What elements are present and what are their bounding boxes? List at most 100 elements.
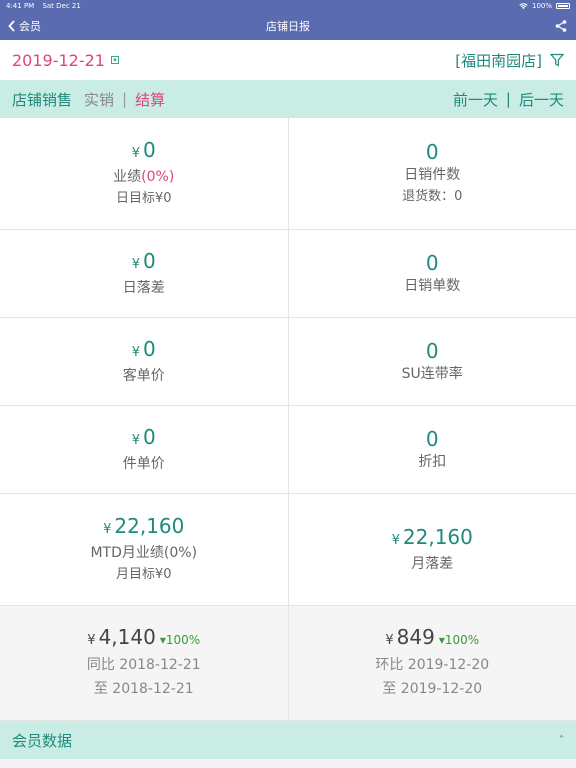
store-name: [福田南园店] — [455, 51, 542, 70]
metrics-row: ¥0 客单价 0 SU连带率 — [0, 318, 576, 406]
performance-pct: 0% — [146, 168, 169, 185]
tab-row: 店铺销售 实销 | 结算 前一天 | 后一天 — [0, 80, 576, 118]
performance-value: 0 — [143, 137, 156, 162]
discount-value: 0 — [425, 426, 439, 451]
yen-symbol: ¥ — [131, 145, 141, 161]
member-section-header[interactable]: 会员数据 ˄ — [0, 721, 576, 759]
month-gap-label: 月落差 — [411, 555, 454, 572]
yoy-value: 4,140 — [98, 625, 156, 649]
sales-tabs: 店铺销售 实销 | 结算 — [12, 89, 165, 110]
yen-symbol: ¥ — [131, 344, 141, 360]
yen-symbol: ¥ — [87, 633, 96, 648]
daily-target-value: ¥0 — [154, 190, 172, 206]
member-section-title: 会员数据 — [12, 731, 73, 750]
metric-su-rate: 0 SU连带率 — [287, 318, 576, 405]
yoy-to-label: 至 — [93, 681, 108, 697]
share-icon[interactable] — [554, 19, 568, 33]
chevron-left-icon — [8, 20, 15, 32]
status-time: 4:41 PM — [6, 2, 35, 10]
metrics-row: ¥22,160 MTD月业绩(0%) 月目标¥0 ¥22,160 月落差 — [0, 494, 576, 606]
chevron-up-icon[interactable]: ˄ — [559, 735, 564, 746]
status-bar: 4:41 PM Sat Dec 21 100% — [0, 0, 576, 12]
yoy-compare-date: 2018-12-21 — [119, 657, 201, 673]
yen-symbol: ¥ — [103, 521, 112, 537]
pct-close: ) — [168, 168, 175, 185]
metric-daily-orders: 0 日销单数 — [287, 230, 576, 317]
filter-icon[interactable] — [550, 53, 564, 67]
mtd-label: MTD月业绩 — [90, 544, 164, 561]
metrics-row: ¥0 日落差 0 日销单数 — [0, 230, 576, 318]
date-picker[interactable]: 2019-12-21 ▪ — [12, 51, 119, 70]
metric-avg-item-price: ¥0 件单价 — [0, 406, 288, 493]
calendar-icon: ▪ — [110, 56, 119, 64]
daily-orders-label: 日销单数 — [404, 277, 461, 294]
store-selector[interactable]: [福田南园店] — [455, 50, 564, 71]
yen-symbol: ¥ — [385, 633, 394, 648]
yen-symbol: ¥ — [131, 256, 141, 272]
mom-value: 849 — [396, 625, 435, 649]
tab-settlement[interactable]: 结算 — [135, 89, 165, 110]
yoy-compare-label: 同比 — [86, 657, 115, 673]
page-title: 店铺日报 — [266, 20, 310, 33]
metric-mom: ¥849 ▾100% 环比 2019-12-20 至 2019-12-20 — [287, 606, 576, 720]
month-target-label: 月目标 — [115, 566, 155, 582]
back-button[interactable]: 会员 — [8, 18, 41, 34]
mtd-value: 22,160 — [114, 513, 185, 538]
performance-label: 业绩 — [113, 168, 142, 185]
returns-label: 退货数： — [402, 188, 455, 204]
returns-value: 0 — [454, 188, 463, 204]
yoy-to-date: 2018-12-21 — [112, 681, 194, 697]
battery-icon — [556, 3, 570, 9]
metric-month-gap: ¥22,160 月落差 — [287, 494, 576, 605]
metric-daily-items: 0 日销件数 退货数：0 — [287, 118, 576, 229]
su-rate-label: SU连带率 — [401, 365, 463, 382]
yoy-change: ▾100% — [159, 633, 201, 647]
avg-customer-price-value: 0 — [143, 336, 156, 361]
day-nav-separator: | — [505, 90, 511, 108]
discount-label: 折扣 — [418, 453, 447, 470]
su-rate-value: 0 — [425, 338, 439, 363]
mtd-pct: (0%) — [163, 544, 198, 561]
metric-performance: ¥0 业绩(0%) 日目标¥0 — [0, 118, 288, 229]
daily-items-value: 0 — [425, 139, 439, 164]
metrics-row: ¥4,140 ▾100% 同比 2018-12-21 至 2018-12-21 ¥… — [0, 606, 576, 721]
metrics-grid: ¥0 业绩(0%) 日目标¥0 0 日销件数 退货数：0 ¥0 日落差 0 日销… — [0, 118, 576, 721]
mom-to-date: 2019-12-20 — [400, 681, 483, 697]
metrics-row: ¥0 件单价 0 折扣 — [0, 406, 576, 494]
nav-bar: 会员 店铺日报 — [0, 12, 576, 40]
metric-avg-customer-price: ¥0 客单价 — [0, 318, 288, 405]
date-text: 2019-12-21 — [12, 50, 105, 70]
month-target-value: ¥0 — [154, 566, 172, 582]
avg-customer-price-label: 客单价 — [122, 367, 165, 384]
month-gap-value: 22,160 — [402, 524, 473, 549]
daily-items-label: 日销件数 — [404, 166, 461, 183]
avg-item-price-label: 件单价 — [122, 455, 165, 472]
daily-target-label: 日目标 — [115, 190, 155, 206]
avg-item-price-value: 0 — [143, 424, 156, 449]
metric-mtd: ¥22,160 MTD月业绩(0%) 月目标¥0 — [0, 494, 288, 605]
tab-store-sales[interactable]: 店铺销售 — [12, 89, 72, 110]
status-left: 4:41 PM Sat Dec 21 — [6, 2, 87, 10]
metric-discount: 0 折扣 — [287, 406, 576, 493]
metric-yoy: ¥4,140 ▾100% 同比 2018-12-21 至 2018-12-21 — [0, 606, 288, 720]
prev-day-button[interactable]: 前一天 — [453, 89, 498, 110]
next-day-button[interactable]: 后一天 — [519, 89, 564, 110]
tab-separator: | — [122, 90, 128, 108]
battery-percent: 100% — [531, 2, 552, 10]
status-date: Sat Dec 21 — [42, 2, 81, 10]
mom-to-label: 至 — [382, 681, 397, 697]
status-right: 100% — [519, 2, 570, 10]
yen-symbol: ¥ — [131, 432, 141, 448]
day-nav: 前一天 | 后一天 — [453, 89, 564, 110]
metrics-row: ¥0 业绩(0%) 日目标¥0 0 日销件数 退货数：0 — [0, 118, 576, 230]
wifi-icon — [519, 2, 528, 9]
daily-gap-label: 日落差 — [122, 279, 165, 296]
date-row: 2019-12-21 ▪ [福田南园店] — [0, 40, 576, 80]
metric-daily-gap: ¥0 日落差 — [0, 230, 288, 317]
yen-symbol: ¥ — [391, 532, 400, 548]
tab-actual-sales[interactable]: 实销 — [84, 89, 114, 110]
daily-orders-value: 0 — [425, 250, 439, 275]
daily-gap-value: 0 — [143, 248, 156, 273]
mom-compare-label: 环比 — [375, 657, 404, 673]
mom-compare-date: 2019-12-20 — [407, 657, 490, 673]
